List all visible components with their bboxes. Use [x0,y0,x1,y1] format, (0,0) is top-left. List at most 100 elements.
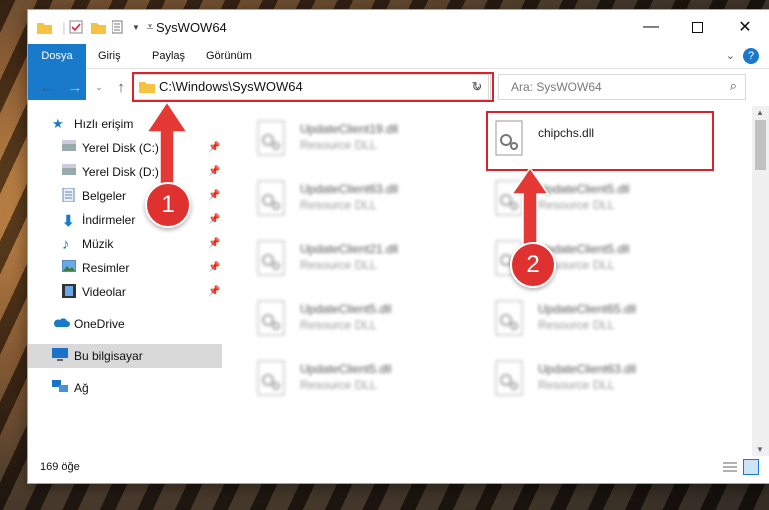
back-arrow-icon[interactable]: ← [38,78,56,96]
file-type: Resource DLL [300,378,377,392]
minimize-button[interactable]: — [628,10,674,44]
sidebar-item-videos[interactable]: Videolar 📌 [28,280,222,304]
sidebar-item-local-disk-c[interactable]: Yerel Disk (C:) 📌 [28,136,222,160]
file-type: Resource DLL [538,378,615,392]
sidebar-item-label: Ağ [74,381,89,395]
file-type: Resource DLL [300,258,377,272]
file-item[interactable]: UpdateClient63.dll Resource DLL [488,356,718,412]
network-icon [52,380,68,396]
sidebar-item-label: Müzik [82,237,114,251]
sidebar-item-pictures[interactable]: Resimler 📌 [28,256,222,280]
sidebar-item-documents[interactable]: Belgeler 📌 [28,184,222,208]
music-icon: ♪ [62,236,70,253]
step-badge-1: 1 [145,182,191,228]
dll-file-icon [257,300,285,336]
file-type: Resource DLL [300,138,377,152]
cloud-icon [52,316,70,332]
forward-arrow-icon[interactable]: → [66,78,84,96]
file-type: Resource DLL [300,318,377,332]
star-icon: ★ [52,116,64,131]
tab-share[interactable]: Paylaş [140,44,197,68]
file-name: UpdateClient19.dll [300,122,399,136]
window-title: SysWOW64 [156,20,227,35]
file-type: Resource DLL [538,318,615,332]
step-badge-2: 2 [510,242,556,288]
title-bar: | ▼ ⩡ SysWOW64 — ✕ [28,10,769,44]
sidebar-item-local-disk-d[interactable]: Yerel Disk (D:) 📌 [28,160,222,184]
dll-file-icon [257,120,285,156]
tab-view[interactable]: Görünüm [194,44,264,68]
pin-icon: 📌 [208,238,221,249]
pin-icon: 📌 [208,142,221,153]
videos-icon [62,284,78,300]
sidebar-item-quick-access[interactable]: ★ Hızlı erişim [28,112,222,136]
dll-file-icon [495,300,523,336]
dll-file-icon [257,360,285,396]
sidebar-item-onedrive[interactable]: OneDrive [28,312,222,336]
file-name: UpdateClient21.dll [300,242,399,256]
address-highlight-box [132,72,494,102]
computer-icon [52,348,68,364]
help-icon[interactable]: ? [743,48,759,64]
pictures-icon [61,259,78,276]
dll-file-icon [257,240,285,276]
item-count: 169 öğe [40,461,80,473]
sidebar-item-label: Belgeler [82,189,127,203]
search-placeholder: Ara: SysWOW64 [511,80,602,94]
download-icon: ⬇ [62,213,75,230]
pin-icon: 📌 [208,214,221,225]
file-item[interactable]: UpdateClient63.dll Resource DLL [250,176,480,232]
file-name: UpdateClient63.dll [300,182,399,196]
ribbon-tabs: Dosya Giriş Paylaş Görünüm ⌄ ? [28,44,769,100]
file-name: UpdateClient5.dll [538,182,630,196]
sidebar-item-label: Hızlı erişim [74,117,134,131]
large-icons-view-icon[interactable] [743,459,759,475]
file-name: UpdateClient5.dll [300,362,392,376]
documents-icon [62,187,78,204]
details-view-icon[interactable] [723,461,737,476]
sidebar-item-label: OneDrive [74,317,125,331]
scroll-up-icon[interactable]: ▲ [756,108,764,117]
sidebar-item-music[interactable]: ♪ Müzik 📌 [28,232,222,256]
file-item[interactable]: UpdateClient5.dll Resource DLL [250,296,480,352]
sidebar-item-label: Resimler [82,261,130,275]
search-input[interactable]: Ara: SysWOW64 ⌕ [498,74,746,100]
drive-icon [62,164,78,180]
dll-file-icon [495,360,523,396]
file-name: UpdateClient65.dll [538,302,637,316]
navigation-pane: ★ Hızlı erişim Yerel Disk (C:) 📌 Yerel D… [28,106,222,456]
file-name: UpdateClient5.dll [300,302,392,316]
folder-icon [36,19,52,35]
file-highlight-box [486,111,714,171]
up-arrow-icon[interactable]: ↑ [112,78,130,96]
file-explorer-window: | ▼ ⩡ SysWOW64 — ✕ Dosya Giriş Paylaş Gö… [28,10,769,483]
pin-icon: 📌 [208,286,221,297]
file-item[interactable]: UpdateClient21.dll Resource DLL [250,236,480,292]
pin-icon: 📌 [208,262,221,273]
sidebar-item-label: Bu bilgisayar [74,349,143,363]
file-item[interactable]: UpdateClient5.dll Resource DLL [250,356,480,412]
recent-locations-icon[interactable]: ⌄ [90,78,108,96]
vertical-scrollbar[interactable]: ▲ ▼ [752,106,769,456]
customize-icon[interactable] [112,19,128,35]
new-folder-icon[interactable] [90,19,106,35]
status-bar: 169 öğe [28,453,769,483]
close-button[interactable]: ✕ [722,10,768,44]
file-name: UpdateClient63.dll [538,362,637,376]
search-icon: ⌕ [729,78,737,93]
expand-ribbon-icon[interactable]: ⌄ [726,49,735,62]
file-item[interactable]: UpdateClient65.dll Resource DLL [488,296,718,352]
sidebar-item-this-pc[interactable]: Bu bilgisayar [28,344,222,368]
drive-icon [62,140,78,156]
sidebar-item-downloads[interactable]: ⬇ İndirmeler 📌 [28,208,222,232]
file-item[interactable]: UpdateClient19.dll Resource DLL [250,116,480,172]
sidebar-item-network[interactable]: Ağ [28,376,222,400]
file-type: Resource DLL [300,198,377,212]
sidebar-item-label: İndirmeler [82,213,136,227]
tab-home[interactable]: Giriş [86,44,133,68]
dll-file-icon [257,180,285,216]
scrollbar-thumb[interactable] [755,120,766,170]
properties-icon[interactable] [68,19,84,35]
maximize-button[interactable] [674,10,720,44]
pin-icon: 📌 [208,166,221,177]
